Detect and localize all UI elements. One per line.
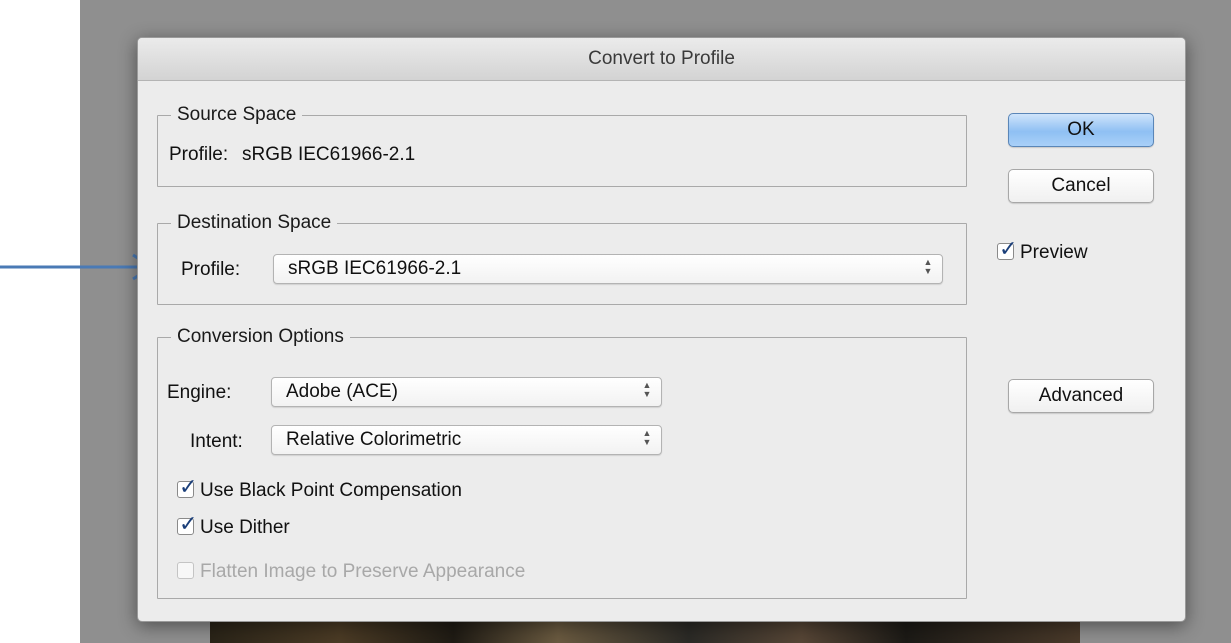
flatten-image-label: Flatten Image to Preserve Appearance [200,561,526,582]
dialog-title: Convert to Profile [138,38,1185,81]
engine-label: Engine: [167,382,232,403]
annotation-arrow-icon [0,253,155,281]
checkmark-icon: ✓ [179,474,198,499]
select-arrows-icon: ▲ ▼ [923,257,933,276]
destination-space-legend: Destination Space [171,211,338,235]
use-dither-label: Use Dither [200,517,290,538]
intent-select[interactable]: Relative Colorimetric ▲ ▼ [271,425,662,455]
checkmark-icon: ✓ [179,511,198,536]
ok-button[interactable]: OK [1008,113,1154,147]
destination-profile-value: sRGB IEC61966-2.1 [288,258,462,279]
checkbox-box: ✓ [177,513,197,535]
checkbox-box [177,562,194,579]
black-point-compensation-label: Use Black Point Compensation [200,480,462,501]
source-profile-value: sRGB IEC61966-2.1 [242,144,416,165]
source-profile-label: Profile: [169,144,229,165]
intent-label: Intent: [190,431,243,452]
source-space-group: Source Space Profile: sRGB IEC61966-2.1 [157,103,967,187]
checkbox-box: ✓ [177,476,197,498]
checkbox-box: ✓ [997,238,1017,260]
destination-profile-label: Profile: [181,259,241,280]
engine-select[interactable]: Adobe (ACE) ▲ ▼ [271,377,662,407]
source-space-legend: Source Space [171,103,303,127]
destination-profile-select[interactable]: sRGB IEC61966-2.1 ▲ ▼ [273,254,943,284]
convert-to-profile-dialog: Convert to Profile Source Space Profile:… [137,37,1186,622]
intent-value: Relative Colorimetric [286,429,462,450]
conversion-options-group: Conversion Options Engine: Adobe (ACE) ▲… [157,325,967,599]
advanced-button[interactable]: Advanced [1008,379,1154,413]
checkmark-icon: ✓ [999,236,1018,261]
select-arrows-icon: ▲ ▼ [642,428,652,447]
destination-space-group: Destination Space Profile: sRGB IEC61966… [157,211,967,305]
engine-value: Adobe (ACE) [286,381,398,402]
preview-label: Preview [1020,242,1088,263]
cancel-button[interactable]: Cancel [1008,169,1154,203]
conversion-options-legend: Conversion Options [171,325,350,349]
select-arrows-icon: ▲ ▼ [642,380,652,399]
